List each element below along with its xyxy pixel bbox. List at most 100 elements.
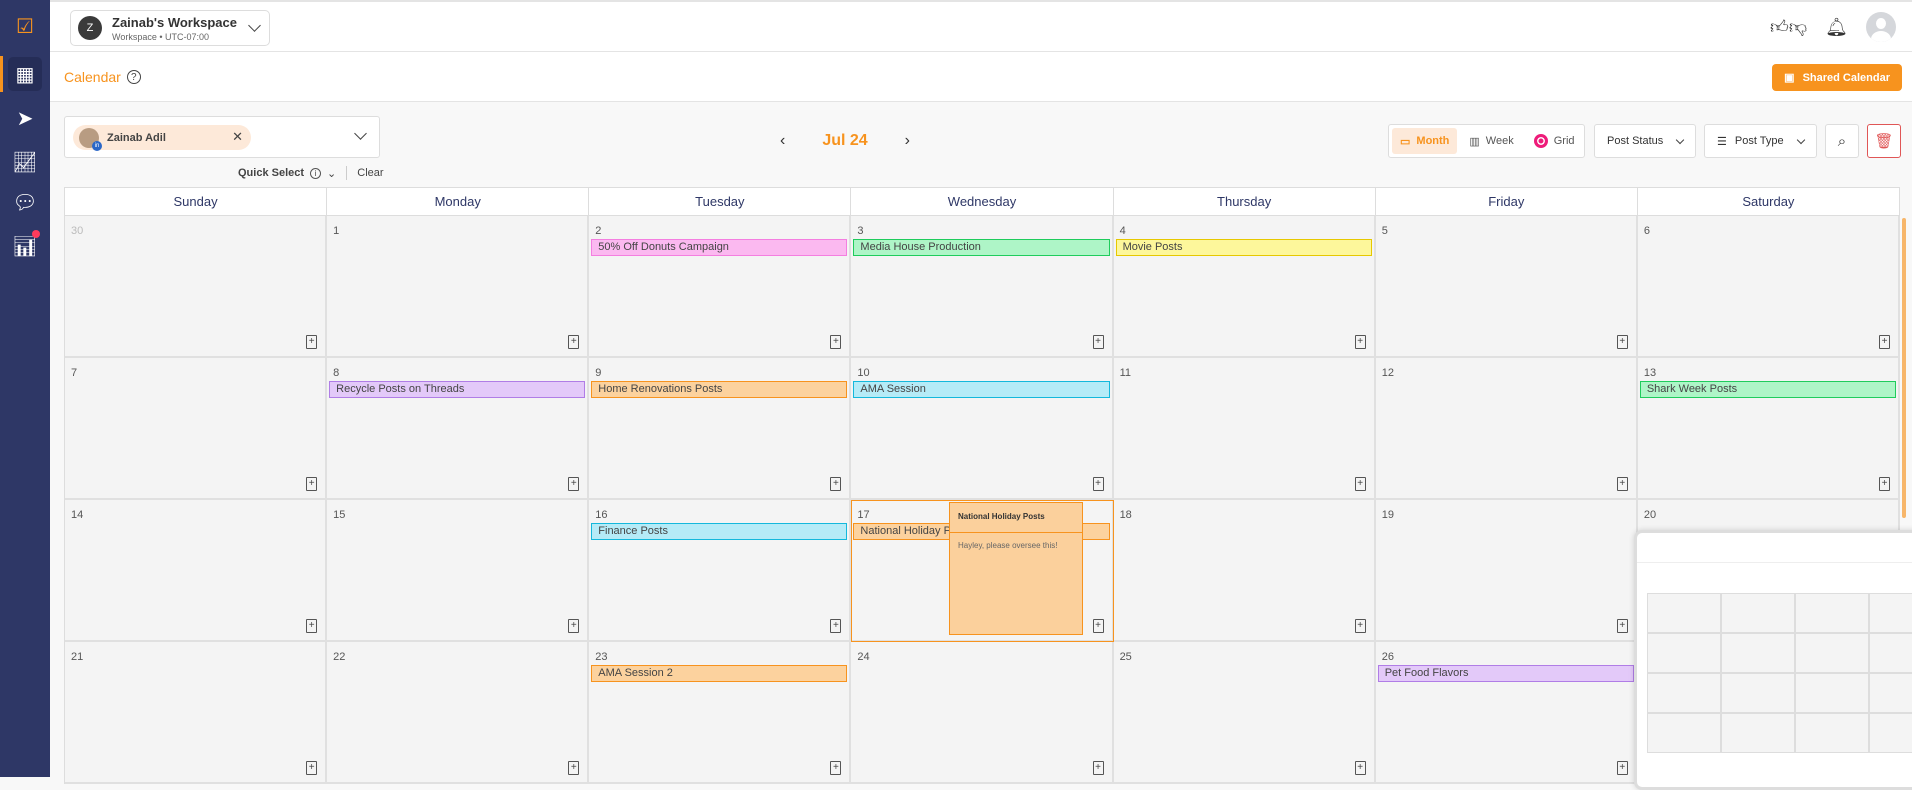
- add-post-icon[interactable]: +: [306, 619, 318, 633]
- post-status-dropdown[interactable]: Post Status: [1594, 124, 1696, 158]
- view-week[interactable]: ▥ Week: [1461, 128, 1521, 154]
- day-cell[interactable]: 24 +: [851, 642, 1114, 784]
- add-post-icon[interactable]: +: [1616, 335, 1628, 349]
- day-number: 12: [1381, 367, 1394, 379]
- add-post-icon[interactable]: +: [1092, 477, 1104, 491]
- post-type-dropdown[interactable]: ☰ Post Type: [1704, 124, 1817, 158]
- day-cell[interactable]: 19 +: [1375, 500, 1638, 642]
- day-cell[interactable]: 26 Pet Food Flavors +: [1375, 642, 1638, 784]
- day-cell[interactable]: 30 +: [65, 216, 328, 358]
- view-month[interactable]: ▭ Month: [1392, 128, 1458, 154]
- remove-account-icon[interactable]: ✕: [232, 129, 243, 145]
- account-filter[interactable]: in Zainab Adil ✕: [64, 116, 380, 158]
- day-cell[interactable]: 25 +: [1113, 642, 1376, 784]
- sidebar-item-compose[interactable]: ☑: [0, 4, 50, 48]
- quick-select-button[interactable]: Quick Select: [238, 167, 304, 179]
- sidebar-item-chat[interactable]: 💬︎: [0, 180, 50, 224]
- day-cell[interactable]: 11 +: [1113, 358, 1376, 500]
- weekday-header: Saturday: [1637, 187, 1900, 216]
- chevron-down-icon: [1796, 135, 1806, 144]
- add-post-icon[interactable]: +: [1616, 619, 1628, 633]
- day-cell[interactable]: 16 Finance Posts +: [589, 500, 852, 642]
- day-cell[interactable]: 12 +: [1375, 358, 1638, 500]
- day-cell[interactable]: 7 +: [65, 358, 328, 500]
- delete-button[interactable]: 🗑︎: [1867, 124, 1901, 158]
- add-post-icon[interactable]: +: [1354, 619, 1366, 633]
- thumbs-feedback-icon[interactable]: 👍︎👎︎: [1770, 16, 1807, 38]
- day-cell[interactable]: 15 +: [327, 500, 590, 642]
- page-title: Calendar: [64, 69, 121, 85]
- sidebar-item-send[interactable]: ➤: [0, 96, 50, 140]
- day-cell[interactable]: 21 +: [65, 642, 328, 784]
- chevron-down-icon[interactable]: [354, 127, 367, 140]
- calendar-event[interactable]: Finance Posts: [591, 523, 848, 540]
- chevron-down-icon[interactable]: ⌄: [327, 167, 336, 180]
- calendar-event[interactable]: AMA Session 2: [591, 665, 848, 682]
- add-post-icon[interactable]: +: [1092, 619, 1104, 633]
- day-cell[interactable]: 8 Recycle Posts on Threads +: [327, 358, 590, 500]
- add-post-icon[interactable]: +: [1354, 761, 1366, 775]
- add-post-icon[interactable]: +: [1878, 477, 1890, 491]
- day-cell[interactable]: 9 Home Renovations Posts +: [589, 358, 852, 500]
- add-post-icon[interactable]: +: [568, 761, 580, 775]
- calendar-event[interactable]: Home Renovations Posts: [591, 381, 848, 398]
- view-grid[interactable]: Grid: [1526, 128, 1583, 154]
- day-cell[interactable]: 10 AMA Session +: [851, 358, 1114, 500]
- add-post-icon[interactable]: +: [1878, 335, 1890, 349]
- calendar-event[interactable]: 50% Off Donuts Campaign: [591, 239, 848, 256]
- add-post-icon[interactable]: +: [830, 335, 842, 349]
- day-number: 5: [1381, 225, 1388, 237]
- calendar-event[interactable]: AMA Session: [853, 381, 1110, 398]
- add-post-icon[interactable]: +: [1092, 761, 1104, 775]
- add-post-icon[interactable]: +: [568, 619, 580, 633]
- day-cell[interactable]: 6 +: [1637, 216, 1900, 358]
- day-cell[interactable]: 23 AMA Session 2 +: [589, 642, 852, 784]
- day-cell[interactable]: 18 +: [1113, 500, 1376, 642]
- workspace-selector[interactable]: Z Zainab's Workspace Workspace • UTC-07:…: [70, 10, 270, 46]
- day-cell[interactable]: 22 +: [327, 642, 590, 784]
- sidebar-item-calendar[interactable]: ▦: [0, 52, 50, 96]
- help-icon[interactable]: ?: [126, 70, 141, 84]
- clear-button[interactable]: Clear: [357, 167, 383, 179]
- add-post-icon[interactable]: +: [1616, 477, 1628, 491]
- day-cell[interactable]: 13 Shark Week Posts +: [1637, 358, 1900, 500]
- add-post-icon[interactable]: +: [568, 477, 580, 491]
- calendar-event[interactable]: Recycle Posts on Threads: [329, 381, 586, 398]
- add-post-icon[interactable]: +: [1092, 335, 1104, 349]
- prev-month-button[interactable]: ‹: [780, 132, 785, 150]
- day-number: 22: [333, 651, 346, 663]
- user-avatar[interactable]: [1866, 12, 1896, 42]
- calendar-event[interactable]: Pet Food Flavors: [1377, 665, 1634, 682]
- add-post-icon[interactable]: +: [306, 477, 318, 491]
- day-cell[interactable]: 3 Media House Production +: [851, 216, 1114, 358]
- screenshot-thumbnail[interactable]: [1634, 530, 1912, 790]
- shared-calendar-button[interactable]: ▣ Shared Calendar: [1772, 64, 1902, 91]
- calendar-event[interactable]: Media House Production: [853, 239, 1110, 256]
- sidebar-item-analytics[interactable]: 📈︎: [0, 140, 50, 184]
- add-post-icon[interactable]: +: [830, 761, 842, 775]
- sidebar-item-beta-analytics[interactable]: 📊︎: [0, 224, 50, 268]
- day-cell[interactable]: 1 +: [327, 216, 590, 358]
- next-month-button[interactable]: ›: [905, 132, 910, 150]
- day-cell[interactable]: 14 +: [65, 500, 328, 642]
- info-icon[interactable]: i: [310, 167, 322, 179]
- account-chip[interactable]: in Zainab Adil ✕: [73, 125, 251, 151]
- thumbnail-cell: [1795, 713, 1869, 753]
- search-button[interactable]: ⌕: [1825, 124, 1859, 158]
- add-post-icon[interactable]: +: [1354, 477, 1366, 491]
- add-post-icon[interactable]: +: [830, 477, 842, 491]
- add-post-icon[interactable]: +: [568, 335, 580, 349]
- scrollbar[interactable]: [1902, 218, 1906, 518]
- add-post-icon[interactable]: +: [830, 619, 842, 633]
- add-post-icon[interactable]: +: [1354, 335, 1366, 349]
- add-post-icon[interactable]: +: [306, 335, 318, 349]
- day-cell[interactable]: 5 +: [1375, 216, 1638, 358]
- calendar-event[interactable]: Shark Week Posts: [1639, 381, 1896, 398]
- day-cell[interactable]: 2 50% Off Donuts Campaign +: [589, 216, 852, 358]
- add-post-icon[interactable]: +: [306, 761, 318, 775]
- day-number: 1: [333, 225, 340, 237]
- day-cell[interactable]: 4 Movie Posts +: [1113, 216, 1376, 358]
- calendar-event[interactable]: Movie Posts: [1115, 239, 1372, 256]
- bell-icon[interactable]: 🔔︎: [1825, 17, 1848, 38]
- add-post-icon[interactable]: +: [1616, 761, 1628, 775]
